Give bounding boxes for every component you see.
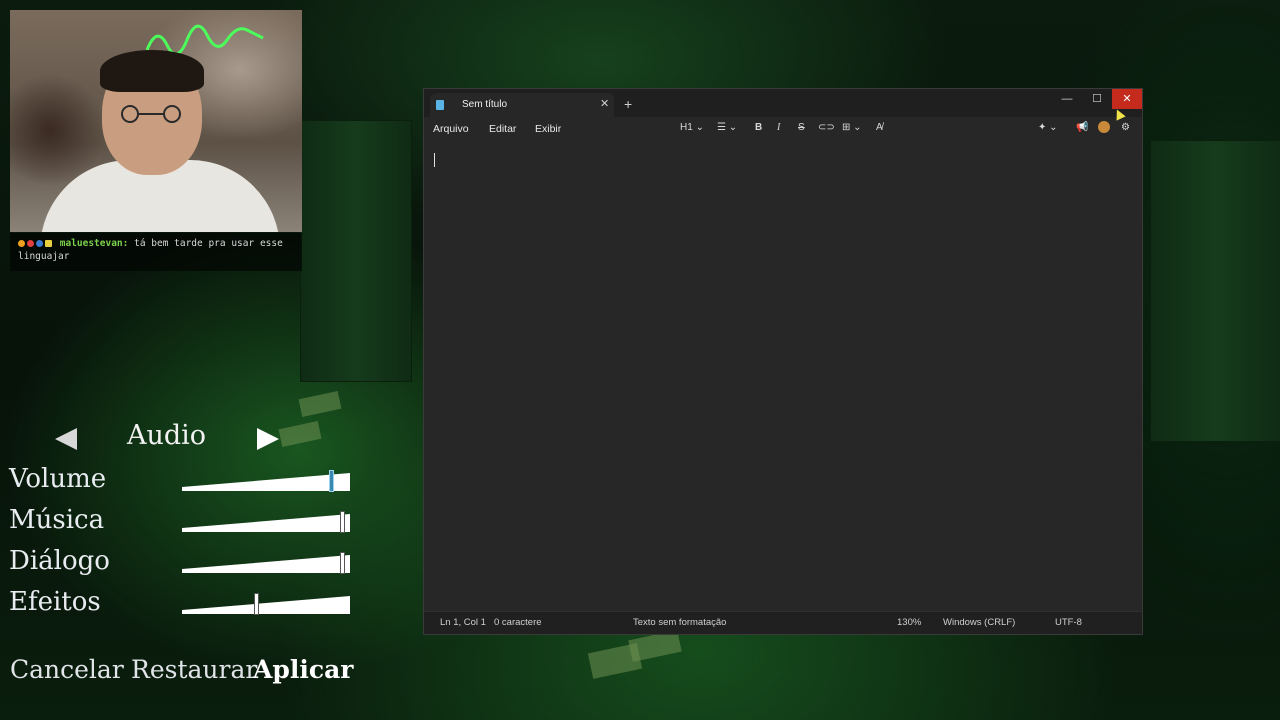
- sparkle-icon: ✦: [1038, 122, 1047, 133]
- chat-username: maluestevan:: [59, 238, 129, 249]
- maximize-icon[interactable]: ☐: [1082, 89, 1112, 109]
- apply-button[interactable]: Aplicar: [253, 655, 353, 684]
- format-mode[interactable]: Texto sem formatação: [633, 617, 726, 628]
- list-dropdown[interactable]: ☰ ⌄: [717, 122, 737, 133]
- heading-label: H1: [680, 122, 693, 133]
- cancel-button[interactable]: Cancelar: [10, 655, 124, 684]
- streamer-hair: [100, 50, 204, 92]
- badge-icon: [27, 240, 34, 247]
- italic-icon[interactable]: I: [777, 122, 780, 133]
- dialogue-slider[interactable]: [182, 552, 350, 574]
- locker-right: [1150, 140, 1280, 442]
- zoom-level[interactable]: 130%: [897, 617, 921, 628]
- setting-label-volume: Volume: [9, 464, 107, 494]
- notepad-icon: [436, 100, 444, 110]
- strikethrough-icon[interactable]: S: [798, 122, 805, 133]
- table-icon: ⊞: [842, 122, 851, 133]
- minimize-icon[interactable]: —: [1052, 89, 1082, 109]
- slider-handle[interactable]: [340, 511, 345, 533]
- encoding: UTF-8: [1055, 617, 1082, 628]
- character-count: 0 caractere: [494, 617, 542, 628]
- glasses: [121, 105, 181, 123]
- music-slider[interactable]: [182, 511, 350, 533]
- table-dropdown[interactable]: ⊞ ⌄: [842, 122, 862, 133]
- setting-label-dialogue: Diálogo: [9, 546, 110, 576]
- settings-gear-icon[interactable]: ⚙: [1121, 122, 1130, 133]
- prev-section-arrow-icon[interactable]: [55, 428, 77, 450]
- slider-track: [182, 555, 350, 573]
- effects-slider[interactable]: [182, 593, 350, 615]
- setting-label-effects: Efeitos: [9, 587, 101, 617]
- line-ending: Windows (CRLF): [943, 617, 1016, 628]
- slider-handle[interactable]: [329, 470, 334, 492]
- slider-handle[interactable]: [340, 552, 345, 574]
- account-avatar-icon[interactable]: [1098, 121, 1110, 133]
- chevron-down-icon: ⌄: [695, 122, 704, 133]
- copilot-dropdown[interactable]: ✦ ⌄: [1038, 122, 1058, 133]
- announcement-icon[interactable]: 📢: [1076, 122, 1088, 133]
- menu-bar: Arquivo Editar Exibir H1 ⌄ ☰ ⌄ B I S ⊂⊃ …: [424, 117, 1142, 141]
- webcam-feed: [10, 10, 302, 232]
- chevron-down-icon: ⌄: [1049, 122, 1058, 133]
- badge-icon: [36, 240, 43, 247]
- bullet-list-icon: ☰: [717, 122, 726, 133]
- menu-editar[interactable]: Editar: [489, 123, 516, 135]
- text-editor-area[interactable]: [424, 141, 1142, 613]
- cursor-position: Ln 1, Col 1: [440, 617, 486, 628]
- slider-track: [182, 473, 350, 491]
- chat-text: tá bem tarde pra usar esse linguajar: [18, 238, 283, 262]
- tab-close-icon[interactable]: ✕: [600, 97, 609, 110]
- restore-button[interactable]: Restaurar: [131, 655, 257, 684]
- floor-paper: [298, 391, 342, 417]
- close-window-icon[interactable]: ✕: [1112, 89, 1142, 109]
- badge-icon: [45, 240, 52, 247]
- chevron-down-icon: ⌄: [853, 122, 862, 133]
- notepad-window: Sem título ✕ + — ☐ ✕ Arquivo Editar Exib…: [423, 88, 1143, 635]
- chat-message: maluestevan: tá bem tarde pra usar esse …: [10, 233, 302, 271]
- next-section-arrow-icon[interactable]: [257, 428, 279, 450]
- audio-section-nav: Audio: [55, 420, 285, 456]
- link-icon[interactable]: ⊂⊃: [818, 122, 835, 133]
- section-title: Audio: [127, 420, 207, 451]
- slider-handle[interactable]: [254, 593, 259, 615]
- menu-exibir[interactable]: Exibir: [535, 123, 561, 135]
- slider-track: [182, 596, 350, 614]
- text-caret: [434, 153, 435, 167]
- heading-dropdown[interactable]: H1 ⌄: [680, 122, 704, 133]
- tab-title: Sem título: [462, 99, 508, 110]
- status-bar: Ln 1, Col 1 0 caractere Texto sem format…: [424, 611, 1142, 634]
- locker-left: [300, 120, 412, 382]
- new-tab-plus-icon[interactable]: +: [624, 97, 632, 111]
- setting-label-music: Música: [9, 505, 105, 535]
- bold-icon[interactable]: B: [755, 122, 762, 133]
- clear-formatting-icon[interactable]: A̸: [876, 122, 883, 133]
- menu-arquivo[interactable]: Arquivo: [433, 123, 469, 135]
- slider-track: [182, 514, 350, 532]
- chevron-down-icon: ⌄: [728, 122, 738, 133]
- title-bar: Sem título ✕ + — ☐ ✕: [424, 89, 1142, 117]
- badge-icon: [18, 240, 25, 247]
- document-tab[interactable]: Sem título ✕: [430, 93, 614, 117]
- volume-slider[interactable]: [182, 470, 350, 492]
